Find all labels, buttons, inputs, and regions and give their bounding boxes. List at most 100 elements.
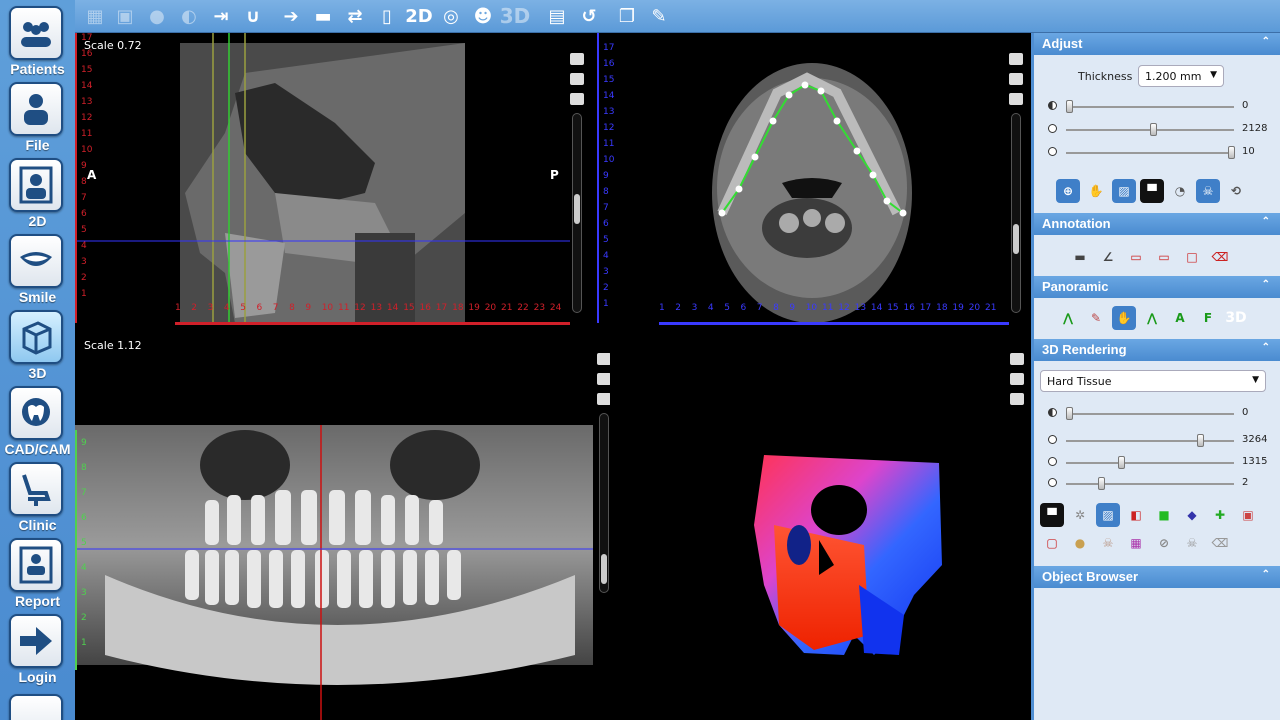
collapse-icon[interactable]: ⌃ (1262, 279, 1270, 290)
color-map-icon[interactable]: ▦ (1124, 531, 1148, 555)
render-contrast-slider[interactable]: 0 (1048, 407, 1273, 421)
zoom-icon[interactable]: ⊕ (1056, 179, 1080, 203)
cut-plane-icon[interactable]: ⊘ (1152, 531, 1176, 555)
slider-knob[interactable] (1066, 407, 1073, 420)
draw-arch-icon[interactable]: ⋀ (1056, 306, 1080, 330)
panoramic-viewport[interactable]: Scale 1.12 9 8 7 6 5 4 3 2 1 (75, 335, 610, 720)
nav-report[interactable]: Report (0, 534, 75, 610)
render-opacity-slider[interactable]: 2 (1048, 477, 1273, 491)
render-brightness-slider[interactable]: 3264 (1048, 434, 1273, 448)
head-icon[interactable]: ◔ (1168, 179, 1192, 203)
maximize-icon[interactable] (570, 53, 584, 65)
camera-icon[interactable] (1009, 73, 1023, 85)
nav-smile[interactable]: Smile (0, 230, 75, 306)
invert-icon[interactable]: ▀ (1140, 179, 1164, 203)
coronal-plane-icon[interactable]: ■ (1152, 503, 1176, 527)
pan-icon[interactable]: ✋ (1084, 179, 1108, 203)
collapse-icon[interactable]: ⌃ (1262, 342, 1270, 353)
skull-icon[interactable]: ☠ (1196, 179, 1220, 203)
eraser-icon[interactable]: ⌫ (1208, 531, 1232, 555)
camera-icon[interactable] (1010, 373, 1024, 385)
tools-icon[interactable]: ✎ (645, 3, 673, 29)
arch-f-icon[interactable]: F (1196, 306, 1220, 330)
arch-ruler-icon[interactable]: ⋀ (1140, 306, 1164, 330)
render-threshold-slider[interactable]: 1315 (1048, 456, 1273, 470)
nav-patients[interactable]: Patients (0, 2, 75, 78)
axial-plane-icon[interactable]: ◆ (1180, 503, 1204, 527)
import-icon[interactable]: ⇥ (207, 3, 235, 29)
export-icon[interactable]: ➔ (277, 3, 305, 29)
arch-icon[interactable]: ∪ (239, 3, 267, 29)
tools-icon[interactable] (597, 393, 610, 405)
mobile-icon[interactable]: ▯ (373, 3, 401, 29)
mode-2d-button[interactable]: 2D (405, 3, 433, 29)
sagittal-plane-icon[interactable]: ◧ (1124, 503, 1148, 527)
sharpness-slider[interactable]: 10 (1048, 146, 1273, 160)
skull-icon[interactable]: ● (143, 3, 171, 29)
nav-more[interactable] (0, 690, 75, 720)
new-icon[interactable]: ▦ (81, 3, 109, 29)
open-icon[interactable]: ▣ (111, 3, 139, 29)
arch-a-icon[interactable]: A (1168, 306, 1192, 330)
edit-arch-icon[interactable]: ✎ (1084, 306, 1108, 330)
panoramic-3d-button[interactable]: 3D (1224, 306, 1248, 330)
collapse-icon[interactable]: ⌃ (1262, 569, 1270, 580)
sagittal-viewport[interactable]: Scale 0.72 A P 17 16 15 14 13 12 11 10 9 8 7 6 5 4 3 2 1… (75, 33, 593, 331)
face-icon[interactable]: ☻ (469, 3, 497, 29)
transfer-icon[interactable]: ⇄ (341, 3, 369, 29)
brightness-slider[interactable]: 2128 (1048, 123, 1273, 137)
maximize-icon[interactable] (1010, 353, 1024, 365)
clip-box-icon[interactable]: ▣ (1236, 503, 1260, 527)
slider-knob[interactable] (1066, 100, 1073, 113)
layout-icon[interactable]: ▤ (543, 3, 571, 29)
tools-icon[interactable] (570, 93, 584, 105)
contrast-slider[interactable]: 0 (1048, 100, 1273, 114)
nav-file[interactable]: File (0, 78, 75, 154)
skull-white-icon[interactable]: ☠ (1180, 531, 1204, 555)
vertical-scrollbar[interactable] (1011, 113, 1021, 313)
scanner-icon[interactable]: ▬ (309, 3, 337, 29)
camera-icon[interactable] (597, 373, 610, 385)
all-planes-icon[interactable]: ✚ (1208, 503, 1232, 527)
slider-knob[interactable] (1098, 477, 1106, 490)
soft-tissue-icon[interactable]: ● (1068, 531, 1092, 555)
copy-icon[interactable]: ❐ (613, 3, 641, 29)
angle-icon[interactable]: ∠ (1096, 245, 1120, 269)
collapse-icon[interactable]: ⌃ (1262, 216, 1270, 227)
slider-knob[interactable] (1228, 146, 1235, 159)
tools-icon[interactable] (1010, 393, 1024, 405)
tools-icon[interactable] (1009, 93, 1023, 105)
camera-icon[interactable] (570, 73, 584, 85)
object-browser-header[interactable]: Object Browser ⌃ (1034, 566, 1280, 588)
window-level-icon[interactable]: ▨ (1096, 503, 1120, 527)
maximize-icon[interactable] (597, 353, 610, 365)
axial-viewport[interactable]: 17 16 15 14 13 12 11 10 9 8 7 6 5 4 3 2 1 1 2 3 4 5 6 7 8 9 10 11 1… (597, 33, 1029, 331)
thickness-select[interactable]: 1.200 mm ▼ (1138, 65, 1224, 87)
skull-icon[interactable]: ☠ (1096, 531, 1120, 555)
annotation-header[interactable]: Annotation ⌃ (1034, 213, 1280, 235)
rendering-header[interactable]: 3D Rendering ⌃ (1034, 339, 1280, 361)
panoramic-header[interactable]: Panoramic ⌃ (1034, 276, 1280, 298)
crop-icon[interactable]: ▢ (1040, 531, 1064, 555)
nav-2d[interactable]: 2D (0, 154, 75, 230)
background-icon[interactable]: ▀ (1040, 503, 1064, 527)
head-icon[interactable]: ◐ (175, 3, 203, 29)
search-head-icon[interactable]: ◎ (437, 3, 465, 29)
undo-layout-icon[interactable]: ↺ (575, 3, 603, 29)
vertical-scrollbar[interactable] (599, 413, 609, 593)
rendering-preset-select[interactable]: Hard Tissue ▼ (1040, 370, 1266, 392)
adjust-header[interactable]: Adjust ⌃ (1034, 33, 1280, 55)
text-icon[interactable]: ▭ (1124, 245, 1148, 269)
reset-icon[interactable]: ⟲ (1224, 179, 1248, 203)
light-icon[interactable]: ✲ (1068, 503, 1092, 527)
mode-3d-button[interactable]: 3D (500, 3, 531, 29)
window-level-icon[interactable]: ▨ (1112, 179, 1136, 203)
nav-3d[interactable]: 3D (0, 306, 75, 382)
vertical-scrollbar[interactable] (572, 113, 582, 313)
eraser-icon[interactable]: ⌫ (1208, 245, 1232, 269)
collapse-icon[interactable]: ⌃ (1262, 36, 1270, 47)
maximize-icon[interactable] (1009, 53, 1023, 65)
nav-cadcam[interactable]: CAD/CAM (0, 382, 75, 458)
nav-login[interactable]: Login (0, 610, 75, 686)
rectangle-icon[interactable]: □ (1180, 245, 1204, 269)
